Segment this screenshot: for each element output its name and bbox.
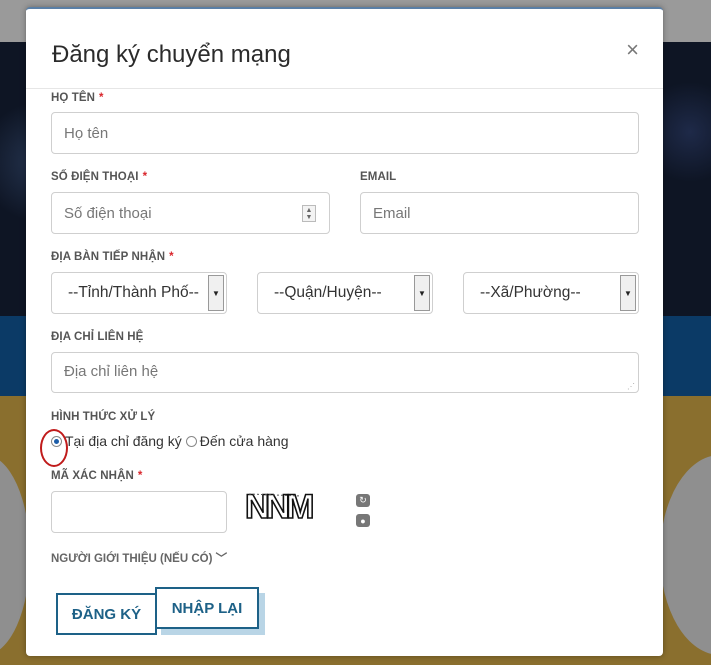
phone-label-text: SỐ ĐIỆN THOẠI <box>51 171 139 183</box>
captcha-image: NNM <box>244 488 318 524</box>
name-label: HỌ TÊN * <box>51 92 104 104</box>
required-mark: * <box>169 251 174 263</box>
modal-title: Đăng ký chuyển mạng <box>52 41 291 68</box>
reset-button[interactable]: NHẬP LẠI <box>155 587 259 629</box>
spinner-up-icon[interactable]: ▲ <box>306 207 313 214</box>
province-select-value: --Tỉnh/Thành Phố-- <box>68 284 199 301</box>
phone-label: SỐ ĐIỆN THOẠI * <box>51 171 147 183</box>
resize-grip-icon[interactable]: ⋰ <box>627 382 635 391</box>
district-dropdown-arrow-icon[interactable]: ▼ <box>414 275 430 311</box>
phone-input[interactable] <box>51 192 330 234</box>
ward-select[interactable]: --Xã/Phường-- ▼ <box>463 272 639 314</box>
address-label: ĐỊA CHỈ LIÊN HỆ <box>51 331 144 343</box>
required-mark: * <box>142 171 148 183</box>
captcha-label-text: MÃ XÁC NHẬN <box>51 470 134 482</box>
address-textarea[interactable]: Địa chỉ liên hệ ⋰ <box>51 352 639 393</box>
address-placeholder: Địa chỉ liên hệ <box>64 363 159 380</box>
email-label: EMAIL <box>360 171 397 183</box>
name-label-text: HỌ TÊN <box>51 92 96 104</box>
header-divider <box>26 88 663 89</box>
register-modal: Đăng ký chuyển mạng × HỌ TÊN* SỐ ĐIỆN TH… <box>26 7 663 656</box>
province-select[interactable]: --Tỉnh/Thành Phố-- ▼ <box>51 272 227 314</box>
email-input[interactable] <box>360 192 639 234</box>
spinner-down-icon[interactable]: ▼ <box>306 214 313 221</box>
close-icon[interactable]: × <box>626 39 639 61</box>
name-input[interactable] <box>51 112 639 154</box>
captcha-label: MÃ XÁC NHẬN * <box>51 470 142 482</box>
referral-toggle[interactable]: NGƯỜI GIỚI THIỆU (NẾU CÓ) ﹀ <box>51 550 227 566</box>
register-button[interactable]: ĐĂNG KÝ <box>56 593 157 635</box>
province-dropdown-arrow-icon[interactable]: ▼ <box>208 275 224 311</box>
processing-label: HÌNH THỨC XỬ LÝ <box>51 411 156 423</box>
phone-spinner[interactable]: ▲ ▼ <box>302 205 316 222</box>
processing-options: Tại địa chỉ đăng ký Đến cửa hàng <box>51 433 289 449</box>
refresh-captcha-icon[interactable]: ↻ <box>356 494 370 507</box>
required-mark: * <box>99 92 104 104</box>
audio-captcha-icon[interactable]: ● <box>356 514 370 527</box>
radio-at-store[interactable] <box>185 435 197 447</box>
ward-select-value: --Xã/Phường-- <box>480 284 581 301</box>
radio-at-address-label[interactable]: Tại địa chỉ đăng ký <box>65 433 182 449</box>
district-select[interactable]: --Quận/Huyện-- ▼ <box>257 272 433 314</box>
referral-label: NGƯỜI GIỚI THIỆU (NẾU CÓ) <box>51 553 213 565</box>
area-label-text: ĐỊA BÀN TIẾP NHẬN <box>51 251 166 263</box>
double-chevron-down-icon: ﹀ <box>215 553 228 565</box>
captcha-text: NNM <box>245 488 313 524</box>
radio-at-store-label[interactable]: Đến cửa hàng <box>200 433 289 449</box>
required-mark: * <box>137 470 143 482</box>
highlight-ring <box>40 429 68 467</box>
area-label: ĐỊA BÀN TIẾP NHẬN * <box>51 251 174 263</box>
captcha-input[interactable] <box>51 491 227 533</box>
ward-dropdown-arrow-icon[interactable]: ▼ <box>620 275 636 311</box>
district-select-value: --Quận/Huyện-- <box>274 284 382 301</box>
